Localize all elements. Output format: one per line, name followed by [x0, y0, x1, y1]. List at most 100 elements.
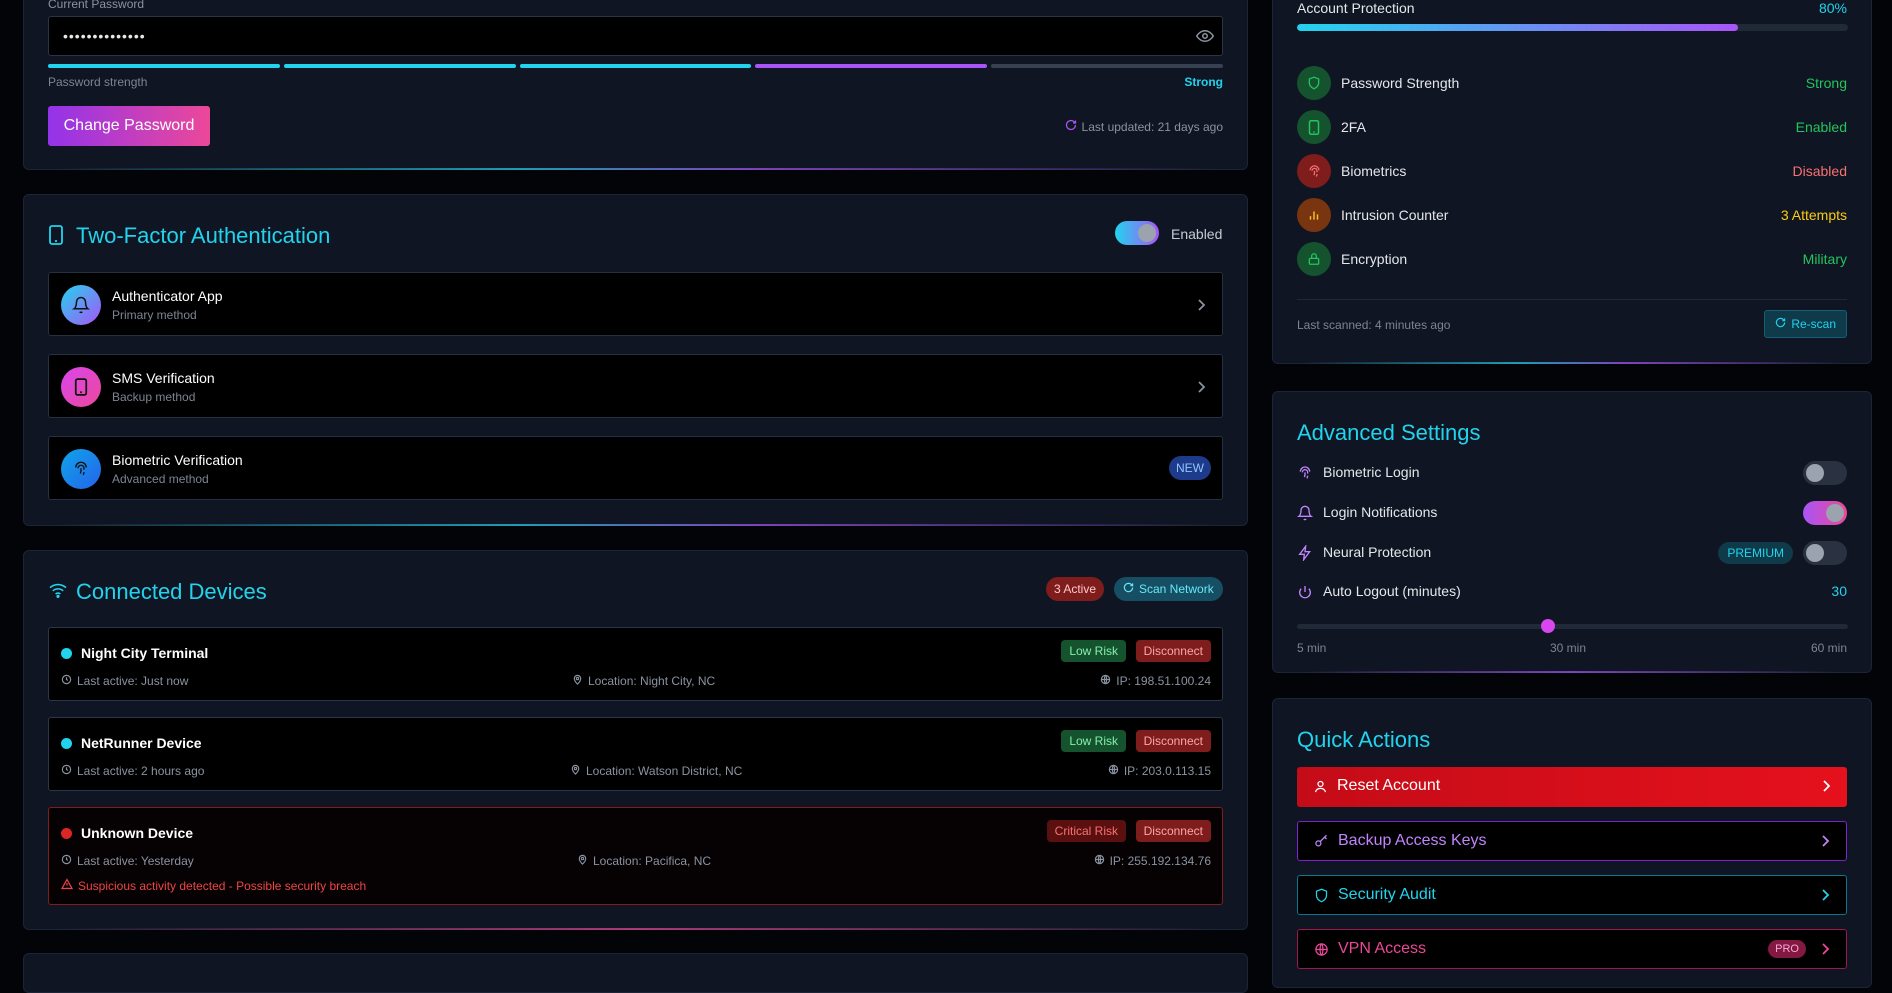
strength-segment [283, 64, 516, 68]
clock-icon [61, 764, 72, 778]
device-row-critical: Unknown Device Critical Risk Disconnect … [48, 807, 1223, 905]
two-factor-title: Two-Factor Authentication [76, 223, 331, 248]
security-audit-button[interactable]: Security Audit [1297, 875, 1847, 915]
scan-network-label: Scan Network [1139, 582, 1214, 596]
eye-icon[interactable] [1195, 27, 1215, 50]
method-authenticator-app[interactable]: Authenticator App Primary method [48, 272, 1223, 336]
setting-label: Login Notifications [1323, 504, 1438, 520]
chevron-right-icon [1196, 380, 1206, 399]
change-password-button[interactable]: Change Password [48, 106, 210, 146]
auto-logout-value: 30 [1831, 583, 1847, 599]
biometric-login-toggle[interactable] [1803, 461, 1847, 485]
fingerprint-icon [61, 449, 101, 489]
stat-encryption: Encryption Military [1297, 242, 1847, 276]
method-biometric-verification[interactable]: Biometric Verification Advanced method N… [48, 436, 1223, 500]
disconnect-button[interactable]: Disconnect [1135, 640, 1211, 662]
phone-icon [48, 225, 64, 250]
globe-icon [1314, 942, 1329, 962]
device-name: NetRunner Device [81, 735, 202, 751]
backup-access-keys-label: Backup Access Keys [1338, 832, 1487, 849]
chevron-right-icon [1820, 834, 1830, 853]
device-ip: IP: 255.192.134.76 [1094, 854, 1211, 868]
bell-icon [61, 285, 101, 325]
stat-label: Biometrics [1341, 163, 1407, 179]
last-scanned: Last scanned: 4 minutes ago [1297, 318, 1451, 332]
active-devices-badge: 3 Active [1046, 577, 1105, 601]
method-sms-verification[interactable]: SMS Verification Backup method [48, 354, 1223, 418]
method-name: Authenticator App [112, 288, 223, 304]
toggle-knob [1806, 464, 1824, 482]
toggle-knob [1826, 504, 1844, 522]
login-notifications-toggle[interactable] [1803, 501, 1847, 525]
globe-icon [1108, 764, 1119, 778]
disconnect-button[interactable]: Disconnect [1135, 820, 1211, 842]
setting-biometric-login: Biometric Login [1297, 460, 1847, 486]
stat-value: Military [1802, 251, 1847, 267]
refresh-icon [1065, 119, 1077, 134]
security-audit-label: Security Audit [1338, 886, 1436, 903]
online-status-dot [61, 648, 72, 659]
scan-network-button[interactable]: Scan Network [1114, 577, 1223, 601]
slider-thumb[interactable] [1540, 619, 1555, 633]
power-icon [1297, 584, 1313, 605]
globe-icon [1100, 674, 1111, 688]
ip-text: IP: 198.51.100.24 [1116, 674, 1211, 688]
current-password-input[interactable]: •••••••••••••• [48, 16, 1223, 56]
device-ip: IP: 203.0.113.15 [1108, 764, 1211, 778]
last-active-text: Last active: Yesterday [77, 854, 194, 868]
last-active: Last active: Yesterday [61, 854, 194, 868]
card-glow [1303, 671, 1841, 673]
connected-devices-title: Connected Devices [76, 579, 267, 604]
rescan-button[interactable]: Re-scan [1764, 310, 1847, 338]
password-strength-label: Password strength [48, 75, 148, 89]
strength-segment [755, 64, 988, 68]
refresh-icon [1123, 577, 1134, 601]
ip-text: IP: 255.192.134.76 [1109, 854, 1211, 868]
device-location: Location: Night City, NC [572, 674, 715, 688]
slider-min-label: 5 min [1297, 641, 1327, 655]
disconnect-button[interactable]: Disconnect [1135, 730, 1211, 752]
auto-logout-slider[interactable] [1297, 619, 1848, 633]
reset-account-button[interactable]: Reset Account [1297, 767, 1847, 807]
fingerprint-icon [1297, 465, 1313, 486]
two-factor-toggle[interactable] [1115, 221, 1159, 245]
stat-value: Strong [1805, 75, 1847, 91]
account-protection-card: Account Protection 80% Password Strength… [1272, 0, 1872, 364]
setting-label: Neural Protection [1323, 544, 1432, 560]
method-sub: Primary method [112, 308, 197, 322]
clock-icon [61, 854, 72, 868]
location-pin-icon [572, 674, 583, 688]
slider-mid-label: 30 min [1550, 641, 1587, 655]
pro-badge: PRO [1768, 940, 1806, 958]
device-name: Unknown Device [81, 825, 194, 841]
card-glow [54, 928, 1217, 930]
device-location: Location: Pacifica, NC [577, 854, 711, 868]
method-sub: Advanced method [112, 472, 209, 486]
strength-segment [48, 64, 280, 68]
stat-label: 2FA [1341, 119, 1366, 135]
last-active: Last active: 2 hours ago [61, 764, 204, 778]
vpn-access-button[interactable]: VPN Access PRO [1297, 929, 1847, 969]
stat-value: Enabled [1795, 119, 1847, 135]
last-updated: Last updated: 21 days ago [1065, 119, 1223, 134]
setting-neural-protection: Neural Protection PREMIUM [1297, 540, 1847, 566]
next-card-partial [23, 953, 1248, 993]
setting-label: Biometric Login [1323, 464, 1420, 480]
wifi-icon [48, 582, 68, 603]
two-factor-status: Enabled [1171, 226, 1223, 242]
last-active: Last active: Just now [61, 674, 188, 688]
phone-icon [61, 367, 101, 407]
current-password-label: Current Password [48, 0, 145, 11]
fingerprint-icon [1297, 154, 1331, 188]
shield-icon [1314, 888, 1329, 908]
method-name: Biometric Verification [112, 452, 243, 468]
bell-icon [1296, 505, 1314, 526]
neural-protection-toggle[interactable] [1803, 541, 1847, 565]
advanced-settings-title: Advanced Settings [1297, 420, 1481, 445]
backup-access-keys-button[interactable]: Backup Access Keys [1297, 821, 1847, 861]
chevron-right-icon [1821, 779, 1831, 798]
stat-2fa: 2FA Enabled [1297, 110, 1847, 144]
chevron-right-icon [1820, 942, 1830, 961]
ip-text: IP: 203.0.113.15 [1123, 764, 1211, 778]
new-badge: NEW [1169, 456, 1211, 480]
